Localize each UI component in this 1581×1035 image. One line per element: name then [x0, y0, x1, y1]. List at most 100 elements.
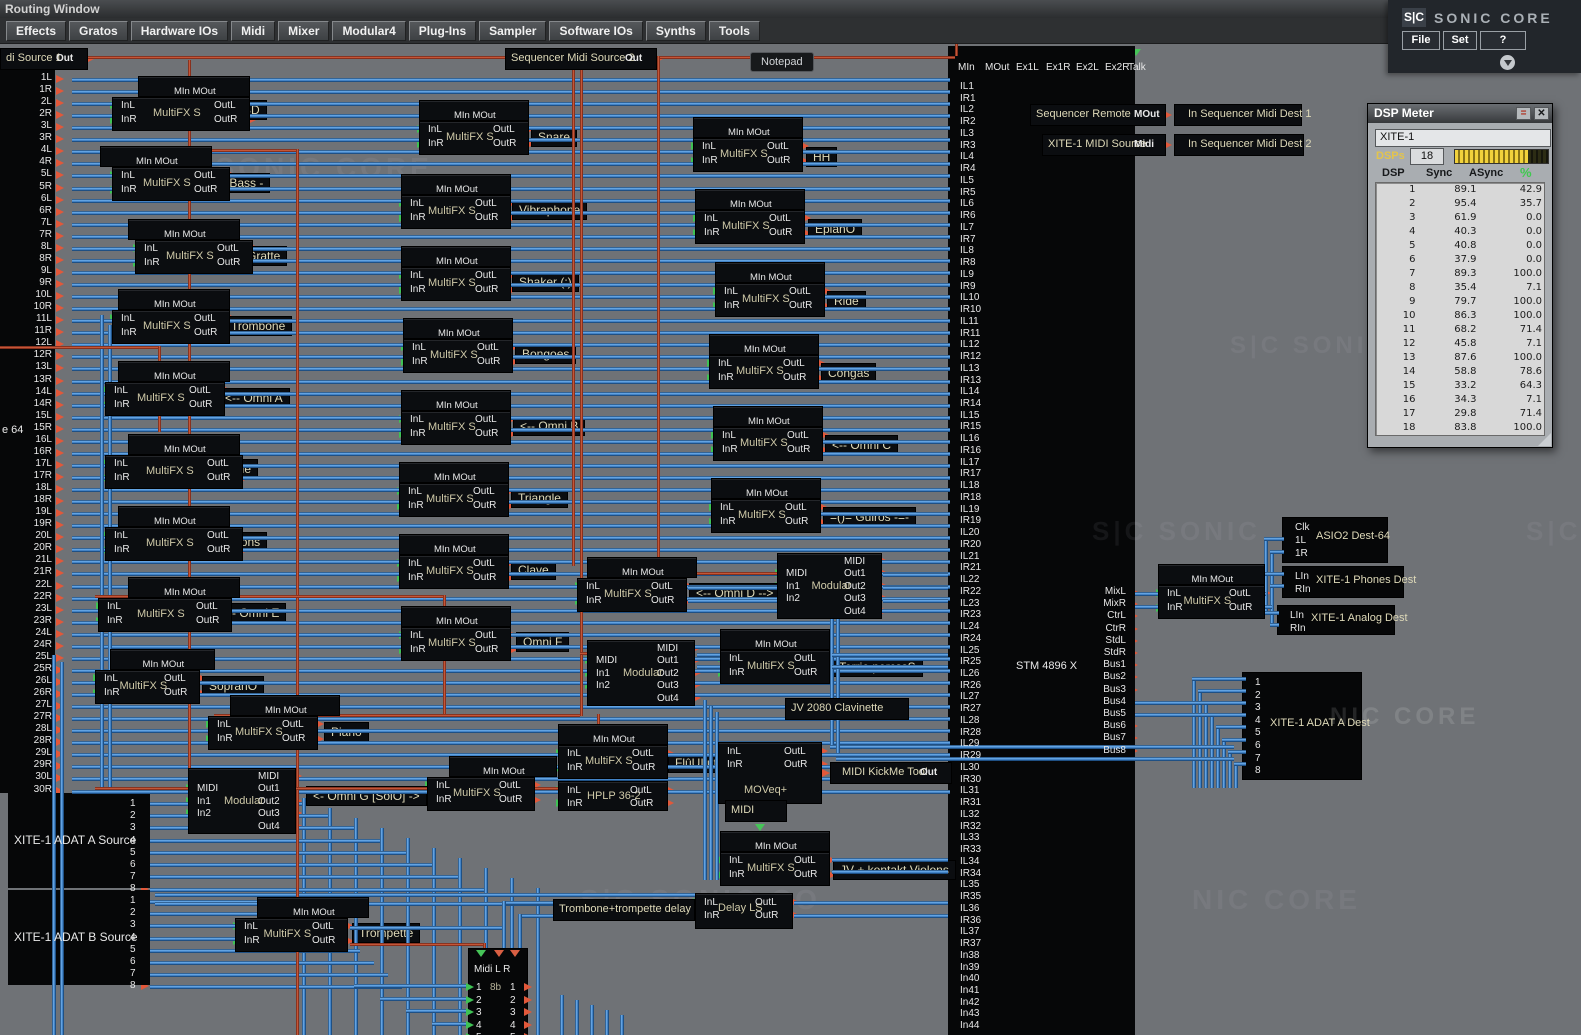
xite-phones-dest-label: XITE-1 Phones Dest [1316, 574, 1417, 586]
channel-out-pin[interactable] [56, 485, 64, 493]
mod-in-label: In2 [786, 593, 800, 605]
device-field[interactable]: XITE-1 [1375, 129, 1551, 147]
channel-out-pin[interactable] [56, 184, 64, 192]
panel-out-label: Bus6 [1103, 720, 1126, 731]
resize-grip[interactable] [1538, 433, 1551, 446]
channel-out-pin[interactable] [56, 413, 64, 421]
channel-out-pin[interactable] [56, 87, 64, 95]
channel-out-pin[interactable] [56, 135, 64, 143]
help-button[interactable]: ? [1480, 31, 1526, 50]
channel-out-pin[interactable] [56, 582, 64, 590]
channel-out-pin[interactable] [56, 521, 64, 529]
channel-out-pin[interactable] [56, 364, 64, 372]
module-title: MultiFX S [137, 392, 185, 404]
channel-out-pin[interactable] [56, 292, 64, 300]
panel-in-label: IL5 [960, 175, 974, 186]
channel-out-pin[interactable] [56, 99, 64, 107]
set-button[interactable]: Set [1443, 31, 1477, 50]
channel-out-pin[interactable] [56, 545, 64, 553]
channel-out-pin[interactable] [56, 606, 64, 614]
channel-out-pin[interactable] [56, 594, 64, 602]
channel-out-pin[interactable] [56, 280, 64, 288]
channel-out-pin[interactable] [56, 111, 64, 119]
channel-out-pin[interactable] [56, 618, 64, 626]
notepad-box[interactable]: Notepad [750, 52, 814, 72]
channel-out-label: 15L [35, 410, 52, 421]
row-in-pin[interactable] [466, 983, 474, 991]
channel-out-pin[interactable] [56, 123, 64, 131]
l-in-pin[interactable] [494, 950, 504, 957]
channel-out-label: 11L [36, 313, 52, 324]
channel-out-pin[interactable] [56, 147, 64, 155]
menu-item-gratos[interactable]: Gratos [69, 20, 128, 41]
channel-out-pin[interactable] [56, 401, 64, 409]
row-out-pin[interactable] [524, 995, 532, 1004]
inr-label: InR [144, 257, 160, 268]
channel-out-pin[interactable] [56, 244, 64, 252]
channel-out-pin[interactable] [56, 425, 64, 433]
channel-out-pin[interactable] [56, 304, 64, 312]
channel-out-pin[interactable] [56, 533, 64, 541]
file-button[interactable]: File [1402, 31, 1440, 50]
midi-down-pin[interactable] [755, 824, 765, 831]
channel-out-pin[interactable] [56, 642, 64, 650]
menu-item-plug-ins[interactable]: Plug-Ins [408, 20, 477, 41]
dest-pin-label: 1L [1295, 535, 1307, 546]
inl-label: InL [217, 719, 231, 730]
inr-label: InR [107, 615, 123, 626]
channel-out-pin[interactable] [56, 232, 64, 240]
channel-out-pin[interactable] [56, 630, 64, 638]
channel-out-pin[interactable] [56, 256, 64, 264]
channel-out-pin[interactable] [56, 461, 64, 469]
minimize-button[interactable]: = [1516, 107, 1531, 120]
menu-item-hardware-ios[interactable]: Hardware IOs [130, 20, 229, 41]
channel-out-pin[interactable] [56, 569, 64, 577]
channel-out-label: 23R [33, 615, 52, 626]
menu-item-midi[interactable]: Midi [231, 20, 276, 41]
outl-label: OutL [207, 530, 229, 541]
channel-out-pin[interactable] [56, 557, 64, 565]
close-button[interactable]: ✕ [1534, 107, 1549, 120]
row-out-pin[interactable] [524, 1020, 532, 1029]
r-in-pin[interactable] [510, 950, 520, 957]
row-in-pin[interactable] [466, 1008, 474, 1017]
menu-item-effects[interactable]: Effects [6, 20, 67, 41]
channel-out-pin[interactable] [56, 449, 64, 457]
channel-out-pin[interactable] [56, 171, 64, 179]
channel-out-pin[interactable] [56, 497, 64, 505]
row-out-pin[interactable] [524, 1008, 532, 1017]
channel-out-pin[interactable] [56, 389, 64, 397]
channel-out-pin[interactable] [56, 208, 64, 216]
channel-out-pin[interactable] [56, 159, 64, 167]
panel-out-label: Bus5 [1103, 708, 1126, 719]
channel-out-pin[interactable] [56, 473, 64, 481]
menu-item-tools[interactable]: Tools [708, 20, 760, 41]
menu-item-modular4[interactable]: Modular4 [332, 20, 406, 41]
channel-out-pin[interactable] [56, 75, 64, 83]
channel-out-pin[interactable] [56, 509, 64, 517]
channel-out-pin[interactable] [56, 196, 64, 204]
dsp-meter-window[interactable]: DSP Meter = ✕ XITE-1 DSPs 18 DSP Sync AS… [1367, 103, 1553, 448]
dsp-meter-titlebar[interactable]: DSP Meter = ✕ [1368, 104, 1552, 123]
module-title: MultiFX S [263, 928, 312, 940]
dsp-table-row: 16 34.3 7.1 [1402, 394, 1542, 405]
row-in-pin[interactable] [466, 995, 474, 1004]
channel-out-pin[interactable] [56, 352, 64, 360]
collapse-arrow-icon[interactable] [1500, 55, 1515, 70]
channel-out-pin[interactable] [56, 654, 64, 662]
row-in-pin[interactable] [466, 1020, 474, 1029]
row-out-pin[interactable] [524, 983, 532, 991]
channel-out-pin[interactable] [56, 328, 64, 336]
channel-out-pin[interactable] [56, 437, 64, 445]
menu-item-mixer[interactable]: Mixer [278, 20, 330, 41]
menu-item-sampler[interactable]: Sampler [479, 20, 547, 41]
channel-out-label: 2L [40, 96, 52, 107]
channel-out-pin[interactable] [56, 220, 64, 228]
channel-out-pin[interactable] [56, 377, 64, 385]
dsp-table-row: 17 29.8 71.4 [1402, 408, 1542, 419]
menu-item-synths[interactable]: Synths [645, 20, 706, 41]
channel-out-pin[interactable] [56, 316, 64, 324]
channel-out-pin[interactable] [56, 268, 64, 276]
midi-in-pin[interactable] [476, 950, 486, 957]
menu-item-software-ios[interactable]: Software IOs [549, 20, 643, 41]
